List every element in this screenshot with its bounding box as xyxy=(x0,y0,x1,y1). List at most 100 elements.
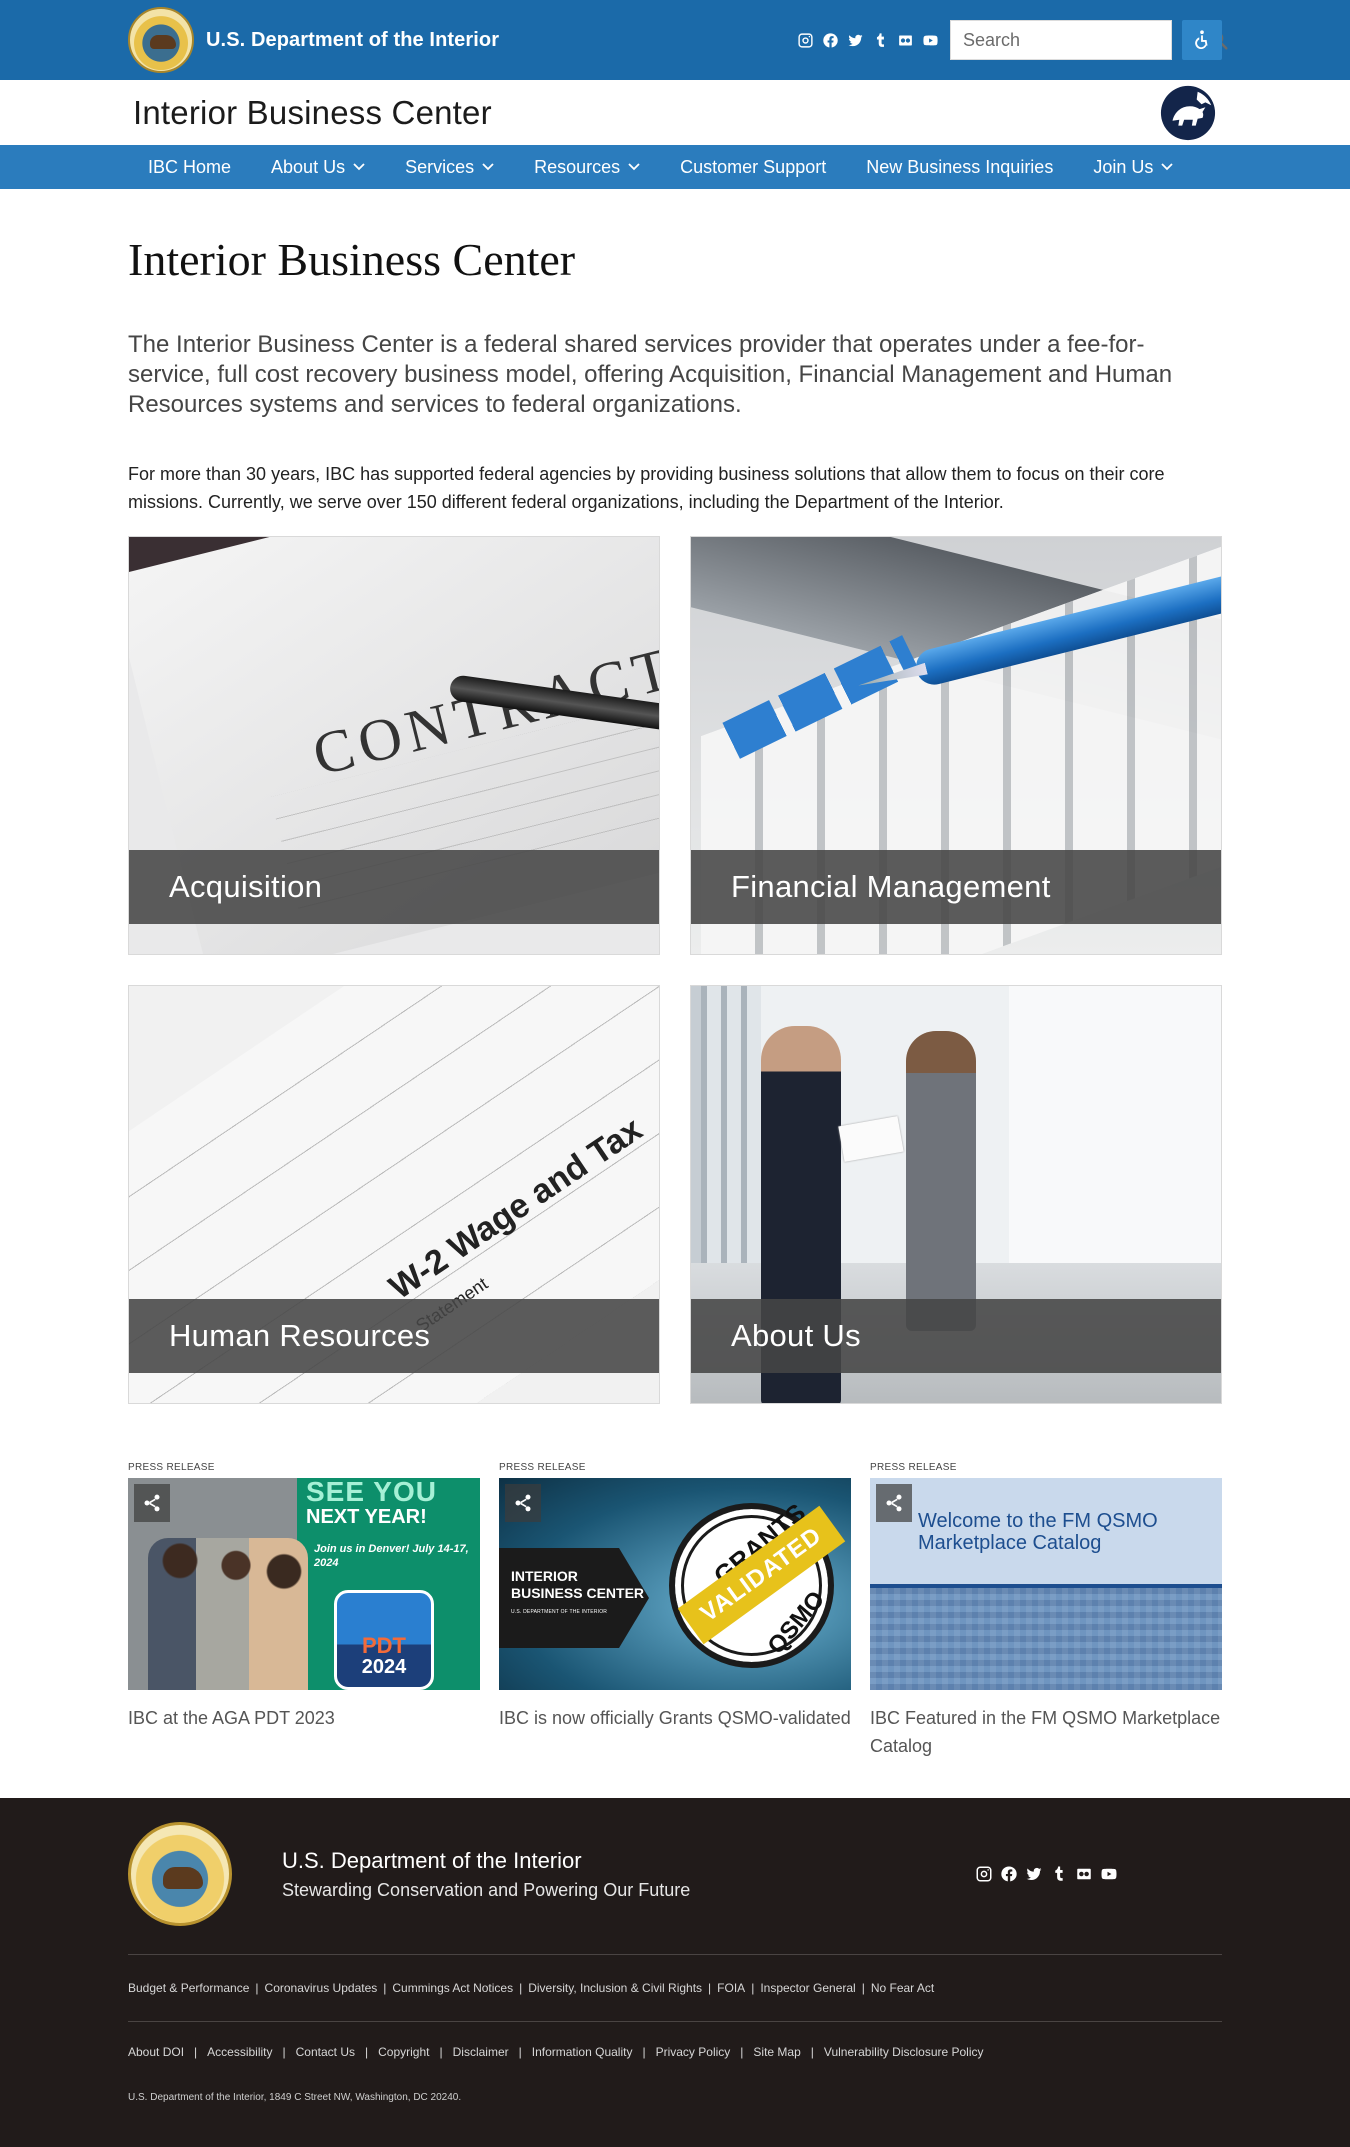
link-separator: | xyxy=(861,1981,865,1995)
share-button[interactable] xyxy=(505,1484,541,1522)
bison-logo-icon[interactable] xyxy=(1159,84,1217,142)
flickr-icon[interactable] xyxy=(896,31,915,50)
footer-link[interactable]: Information Quality xyxy=(532,2045,633,2059)
nav-new-business-inquiries[interactable]: New Business Inquiries xyxy=(846,145,1073,189)
press-item: PRESS RELEASE Welcome to the FM QSMO Mar… xyxy=(870,1462,1222,1760)
link-separator: | xyxy=(518,2045,522,2059)
youtube-icon[interactable] xyxy=(1099,1865,1118,1884)
chevron-down-icon xyxy=(1161,163,1173,171)
accessibility-button[interactable] xyxy=(1182,20,1222,60)
nav-about-us[interactable]: About Us xyxy=(251,145,385,189)
facebook-icon[interactable] xyxy=(821,31,840,50)
nav-label: IBC Home xyxy=(148,156,232,177)
facebook-icon[interactable] xyxy=(999,1865,1018,1884)
link-separator: | xyxy=(642,2045,646,2059)
footer-link[interactable]: Site Map xyxy=(753,2045,800,2059)
press-title-link[interactable]: IBC at the AGA PDT 2023 xyxy=(128,1704,480,1732)
footer-social-links xyxy=(974,1865,1118,1884)
footer-link[interactable]: Vulnerability Disclosure Policy xyxy=(824,2045,984,2059)
nav-join-us[interactable]: Join Us xyxy=(1073,145,1193,189)
doi-seal-logo[interactable] xyxy=(128,1822,232,1926)
seal-text: QSMO xyxy=(762,1585,831,1660)
nav-label: About Us xyxy=(271,156,346,177)
tile-human-resources[interactable]: W-2 Wage and TaxStatement Human Resource… xyxy=(128,985,660,1404)
footer-link[interactable]: Diversity, Inclusion & Civil Rights xyxy=(528,1981,702,1995)
tile-about-us[interactable]: About Us xyxy=(690,985,1222,1404)
link-separator: | xyxy=(255,1981,259,1995)
share-button[interactable] xyxy=(134,1484,170,1522)
page-title: Interior Business Center xyxy=(128,234,576,285)
data-grid-graphic xyxy=(870,1588,1222,1690)
press-image[interactable]: Welcome to the FM QSMO Marketplace Catal… xyxy=(870,1478,1222,1690)
search-box xyxy=(950,20,1228,60)
link-separator: | xyxy=(439,2045,443,2059)
tile-label: Human Resources xyxy=(169,1318,431,1353)
tile-financial-management[interactable]: Financial Management xyxy=(690,536,1222,955)
tumblr-icon[interactable] xyxy=(1049,1865,1068,1884)
tile-label: About Us xyxy=(731,1318,861,1353)
flickr-icon[interactable] xyxy=(1074,1865,1093,1884)
footer-link[interactable]: Contact Us xyxy=(296,2045,355,2059)
press-title-link[interactable]: IBC Featured in the FM QSMO Marketplace … xyxy=(870,1704,1222,1760)
tile-label: Acquisition xyxy=(169,869,323,904)
press-image[interactable]: INTERIOR BUSINESS CENTER U.S. DEPARTMENT … xyxy=(499,1478,851,1690)
footer-link[interactable]: About DOI xyxy=(128,2045,184,2059)
instagram-icon[interactable] xyxy=(796,31,815,50)
link-separator: | xyxy=(365,2045,369,2059)
twitter-icon[interactable] xyxy=(1024,1865,1043,1884)
tile-label: Financial Management xyxy=(731,869,1051,904)
share-icon xyxy=(144,1494,160,1512)
footer-links-secondary: About DOI | Accessibility | Contact Us | Copyr… xyxy=(128,2022,1222,2082)
agency-name[interactable]: U.S. Department of the Interior xyxy=(206,29,499,52)
nav-resources[interactable]: Resources xyxy=(514,145,660,189)
nav-services[interactable]: Services xyxy=(385,145,514,189)
tumblr-icon[interactable] xyxy=(871,31,890,50)
tile-caption: Human Resources xyxy=(129,1299,659,1373)
tile-acquisition[interactable]: CONTRACT Acquisition xyxy=(128,536,660,955)
site-title[interactable]: Interior Business Center xyxy=(133,94,492,132)
nav-label: Services xyxy=(405,156,475,177)
nav-customer-support[interactable]: Customer Support xyxy=(660,145,846,189)
footer-dept-name[interactable]: U.S. Department of the Interior xyxy=(282,1848,690,1874)
youtube-icon[interactable] xyxy=(921,31,940,50)
press-image[interactable]: SEE YOU NEXT YEAR! Join us in Denver! Ju… xyxy=(128,1478,480,1690)
doi-seal-logo[interactable] xyxy=(128,7,194,73)
share-icon xyxy=(886,1494,902,1512)
top-bar: U.S. Department of the Interior xyxy=(0,0,1350,80)
search-input[interactable] xyxy=(951,21,1207,59)
site-header: Interior Business Center xyxy=(0,80,1350,145)
footer-link[interactable]: Accessibility xyxy=(207,2045,272,2059)
link-separator: | xyxy=(740,2045,744,2059)
footer-address: U.S. Department of the Interior, 1849 C … xyxy=(128,2092,462,2103)
footer-link[interactable]: No Fear Act xyxy=(871,1981,934,1995)
instagram-icon[interactable] xyxy=(974,1865,993,1884)
twitter-icon[interactable] xyxy=(846,31,865,50)
service-tiles: CONTRACT Acquisition Financial Managemen… xyxy=(128,536,1222,1404)
press-kicker: PRESS RELEASE xyxy=(499,1462,586,1473)
footer-link[interactable]: Privacy Policy xyxy=(656,2045,731,2059)
footer-link[interactable]: Copyright xyxy=(378,2045,429,2059)
main-content: Interior Business Center The Interior Bu… xyxy=(128,233,1222,1760)
site-footer: U.S. Department of the Interior Stewardi… xyxy=(0,1798,1350,2147)
footer-link[interactable]: Coronavirus Updates xyxy=(265,1981,378,1995)
share-button[interactable] xyxy=(876,1484,912,1522)
footer-link[interactable]: Inspector General xyxy=(760,1981,855,1995)
footer-link[interactable]: Cummings Act Notices xyxy=(392,1981,513,1995)
nav-ibc-home[interactable]: IBC Home xyxy=(128,145,251,189)
footer-link[interactable]: FOIA xyxy=(717,1981,745,1995)
link-separator: | xyxy=(519,1981,523,1995)
intro-body: For more than 30 years, IBC has supporte… xyxy=(128,464,1165,512)
tile-caption: Financial Management xyxy=(691,850,1221,924)
press-item: PRESS RELEASE SEE YOU NEXT YEAR! Join us… xyxy=(128,1462,480,1760)
ibc-logo-subtext: U.S. DEPARTMENT OF THE INTERIOR xyxy=(511,1609,608,1615)
footer-link[interactable]: Disclaimer xyxy=(453,2045,509,2059)
press-title-link[interactable]: IBC is now officially Grants QSMO-valida… xyxy=(499,1704,851,1732)
press-kicker: PRESS RELEASE xyxy=(870,1462,957,1473)
link-separator: | xyxy=(810,2045,814,2059)
footer-link[interactable]: Budget & Performance xyxy=(128,1981,249,1995)
ibc-logo-block: INTERIOR BUSINESS CENTER U.S. DEPARTMENT … xyxy=(499,1548,649,1648)
ibc-logo-text: INTERIOR BUSINESS CENTER xyxy=(511,1568,645,1601)
link-separator: | xyxy=(194,2045,198,2059)
people-photo xyxy=(148,1538,308,1690)
tile-caption: Acquisition xyxy=(129,850,659,924)
